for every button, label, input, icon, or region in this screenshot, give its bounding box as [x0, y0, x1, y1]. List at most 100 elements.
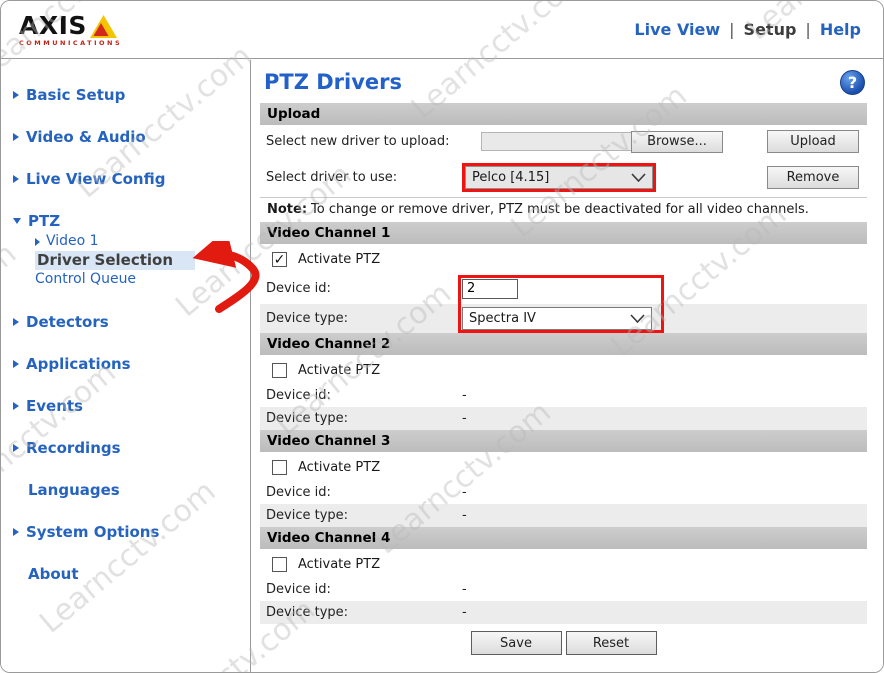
sidebar-item-recordings[interactable]: Recordings — [13, 439, 250, 457]
chevron-right-icon — [13, 528, 19, 536]
axis-triangle-icon — [90, 15, 117, 38]
sidebar-item-driver-selection[interactable]: Driver Selection — [35, 251, 195, 270]
driver-select-value: Pelco [4.15] — [472, 170, 549, 185]
note-text: Note: To change or remove driver, PTZ mus… — [260, 197, 867, 222]
device-id-label: Device id: — [266, 281, 462, 296]
device-id-input[interactable] — [462, 279, 518, 299]
device-type-label: Device type: — [266, 508, 462, 523]
chevron-right-icon — [13, 402, 19, 410]
sidebar-item-label: Control Queue — [35, 270, 136, 289]
video-channel-4-header: Video Channel 4 — [260, 527, 867, 549]
device-type-row: Device type: - — [260, 601, 867, 624]
sidebar-item-video-1[interactable]: Video 1 — [35, 232, 250, 251]
chevron-right-icon — [13, 444, 19, 452]
device-id-value: - — [462, 582, 467, 597]
device-id-row: Device id: - — [260, 481, 867, 504]
nav-setup-link[interactable]: Setup — [744, 20, 797, 39]
device-id-row: Device id: - — [260, 384, 867, 407]
activate-ptz-row: Activate PTZ — [260, 355, 867, 384]
activate-ptz-checkbox[interactable] — [272, 460, 287, 475]
sidebar-item-label: System Options — [26, 523, 159, 541]
sidebar-item-label: Video & Audio — [26, 128, 146, 146]
note-body: To change or remove driver, PTZ must be … — [311, 202, 809, 217]
logo-brand-text: AXIS — [19, 13, 87, 38]
sidebar-item-basic-setup[interactable]: Basic Setup — [13, 86, 250, 104]
activate-ptz-checkbox-checked[interactable]: ✓ — [272, 252, 287, 267]
chevron-down-icon — [13, 218, 21, 224]
main-content: PTZ Drivers ? Upload Select new driver t… — [252, 60, 883, 672]
device-type-value: Spectra IV — [469, 311, 536, 326]
upload-button[interactable]: Upload — [767, 130, 859, 153]
video-channel-1-header: Video Channel 1 — [260, 222, 867, 244]
remove-button[interactable]: Remove — [767, 166, 859, 189]
activate-ptz-label: Activate PTZ — [298, 252, 380, 267]
device-type-label: Device type: — [266, 311, 462, 326]
activate-ptz-row: ✓ Activate PTZ — [260, 244, 867, 273]
sidebar-item-label: Driver Selection — [37, 251, 173, 270]
sidebar-item-label: About — [28, 565, 79, 583]
device-id-label: Device id: — [266, 582, 462, 597]
device-type-label: Device type: — [266, 605, 462, 620]
sidebar-item-label: Languages — [28, 481, 120, 499]
channel-1-device-rows: Device id: Device type: Spectra IV — [260, 273, 867, 333]
video-channel-3-header: Video Channel 3 — [260, 430, 867, 452]
sidebar-item-about[interactable]: About — [13, 565, 250, 583]
device-type-select[interactable]: Spectra IV — [462, 307, 652, 330]
device-id-label: Device id: — [266, 388, 462, 403]
sidebar-item-applications[interactable]: Applications — [13, 355, 250, 373]
reset-button[interactable]: Reset — [566, 631, 657, 655]
video-channel-2-header: Video Channel 2 — [260, 333, 867, 355]
sidebar-item-control-queue[interactable]: Control Queue — [35, 270, 250, 289]
sidebar-item-label: Applications — [26, 355, 131, 373]
file-input[interactable] — [481, 132, 631, 151]
activate-ptz-label: Activate PTZ — [298, 460, 380, 475]
nav-help-link[interactable]: Help — [820, 20, 861, 39]
sidebar-item-label: Video 1 — [46, 232, 99, 251]
chevron-right-icon — [13, 360, 19, 368]
save-button[interactable]: Save — [471, 631, 562, 655]
axis-logo: AXIS COMMUNICATIONS — [19, 13, 122, 47]
sidebar-item-detectors[interactable]: Detectors — [13, 313, 250, 331]
sidebar-group-ptz: PTZ Video 1 Driver Selection Control Que… — [13, 212, 250, 289]
browse-button[interactable]: Browse... — [631, 131, 723, 153]
form-actions: Save Reset — [260, 631, 867, 655]
activate-ptz-checkbox[interactable] — [272, 557, 287, 572]
page-title: PTZ Drivers — [264, 70, 402, 94]
sidebar-item-video-audio[interactable]: Video & Audio — [13, 128, 250, 146]
sidebar-item-ptz[interactable]: PTZ — [13, 212, 250, 230]
top-header: AXIS COMMUNICATIONS Live View | Setup | … — [1, 1, 883, 59]
device-type-value: - — [462, 605, 467, 620]
activate-ptz-label: Activate PTZ — [298, 557, 380, 572]
nav-separator: | — [729, 20, 734, 39]
chevron-right-icon — [35, 238, 40, 246]
driver-select[interactable]: Pelco [4.15] — [465, 166, 653, 189]
device-type-label: Device type: — [266, 411, 462, 426]
sidebar-item-system-options[interactable]: System Options — [13, 523, 250, 541]
note-prefix: Note: — [267, 202, 307, 217]
driver-label: Select driver to use: — [266, 170, 462, 185]
chevron-right-icon — [13, 91, 19, 99]
sidebar-item-label: Events — [26, 397, 83, 415]
chevron-down-icon — [631, 173, 646, 182]
chevron-down-icon — [630, 314, 645, 323]
sidebar-item-label: Recordings — [26, 439, 121, 457]
nav-separator: | — [805, 20, 810, 39]
device-type-row: Device type: Spectra IV — [260, 304, 867, 333]
device-type-row: Device type: - — [260, 407, 867, 430]
sidebar-item-live-view-config[interactable]: Live View Config — [13, 170, 250, 188]
sidebar-item-label: Live View Config — [26, 170, 165, 188]
device-type-value: - — [462, 508, 467, 523]
nav-live-view-link[interactable]: Live View — [634, 20, 720, 39]
sidebar-item-languages[interactable]: Languages — [13, 481, 250, 499]
activate-ptz-row: Activate PTZ — [260, 549, 867, 578]
activate-ptz-checkbox[interactable] — [272, 363, 287, 378]
new-driver-label: Select new driver to upload: — [266, 134, 462, 149]
device-id-value: - — [462, 485, 467, 500]
activate-ptz-row: Activate PTZ — [260, 452, 867, 481]
upload-driver-row: Select new driver to upload: Browse... U… — [260, 125, 867, 158]
top-nav: Live View | Setup | Help — [634, 20, 861, 39]
sidebar-item-label: Basic Setup — [26, 86, 125, 104]
help-icon[interactable]: ? — [840, 70, 865, 95]
app-window: AXIS COMMUNICATIONS Live View | Setup | … — [0, 0, 884, 673]
sidebar-item-events[interactable]: Events — [13, 397, 250, 415]
